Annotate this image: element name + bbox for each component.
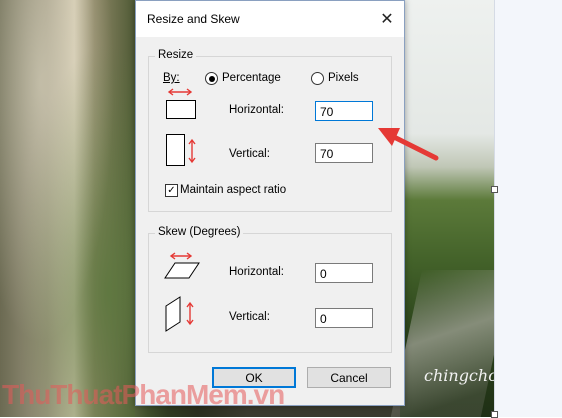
pixels-label[interactable]: Pixels <box>328 72 359 84</box>
vertical-skew-label: Vertical: <box>229 311 270 323</box>
horizontal-resize-label: Horizontal: <box>229 104 284 116</box>
by-label: By: <box>163 72 180 84</box>
watermark-text: ThuThuatPhanMem.vn <box>2 379 285 410</box>
maintain-aspect-checkbox[interactable]: ✓ <box>165 184 178 197</box>
photo-signature: chingcho <box>424 366 494 385</box>
vertical-skew-icon <box>165 296 194 332</box>
skew-group-label: Skew (Degrees) <box>155 226 244 238</box>
vertical-skew-input[interactable]: 0 <box>315 308 373 328</box>
skew-group: Skew (Degrees) Horizontal: 0 Vertical: 0 <box>148 226 392 353</box>
resize-group-label: Resize <box>155 49 197 61</box>
dialog-title: Resize and Skew <box>147 12 240 26</box>
horizontal-resize-input[interactable]: 70 <box>315 101 373 121</box>
canvas-area <box>494 0 562 417</box>
resize-handle-right[interactable] <box>491 186 498 193</box>
vertical-resize-input[interactable]: 70 <box>315 143 373 163</box>
pixels-radio[interactable] <box>311 72 324 85</box>
horizontal-skew-icon <box>164 252 200 279</box>
horizontal-resize-icon <box>166 88 196 119</box>
maintain-aspect-label[interactable]: Maintain aspect ratio <box>180 184 286 196</box>
dialog-titlebar: Resize and Skew ✕ <box>136 1 404 37</box>
horizontal-skew-label: Horizontal: <box>229 266 284 278</box>
image-fence-blur <box>0 0 135 417</box>
cancel-button[interactable]: Cancel <box>307 367 391 388</box>
resize-skew-dialog: Resize and Skew ✕ Resize By: Percentage … <box>135 0 405 406</box>
percentage-radio[interactable] <box>205 72 218 85</box>
annotation-arrow <box>378 128 439 161</box>
percentage-label[interactable]: Percentage <box>222 72 281 84</box>
vertical-resize-icon <box>166 134 196 166</box>
resize-group: Resize By: Percentage Pixels Horizontal:… <box>148 49 392 212</box>
vertical-resize-label: Vertical: <box>229 148 270 160</box>
horizontal-skew-input[interactable]: 0 <box>315 263 373 283</box>
close-icon[interactable]: ✕ <box>370 1 404 37</box>
